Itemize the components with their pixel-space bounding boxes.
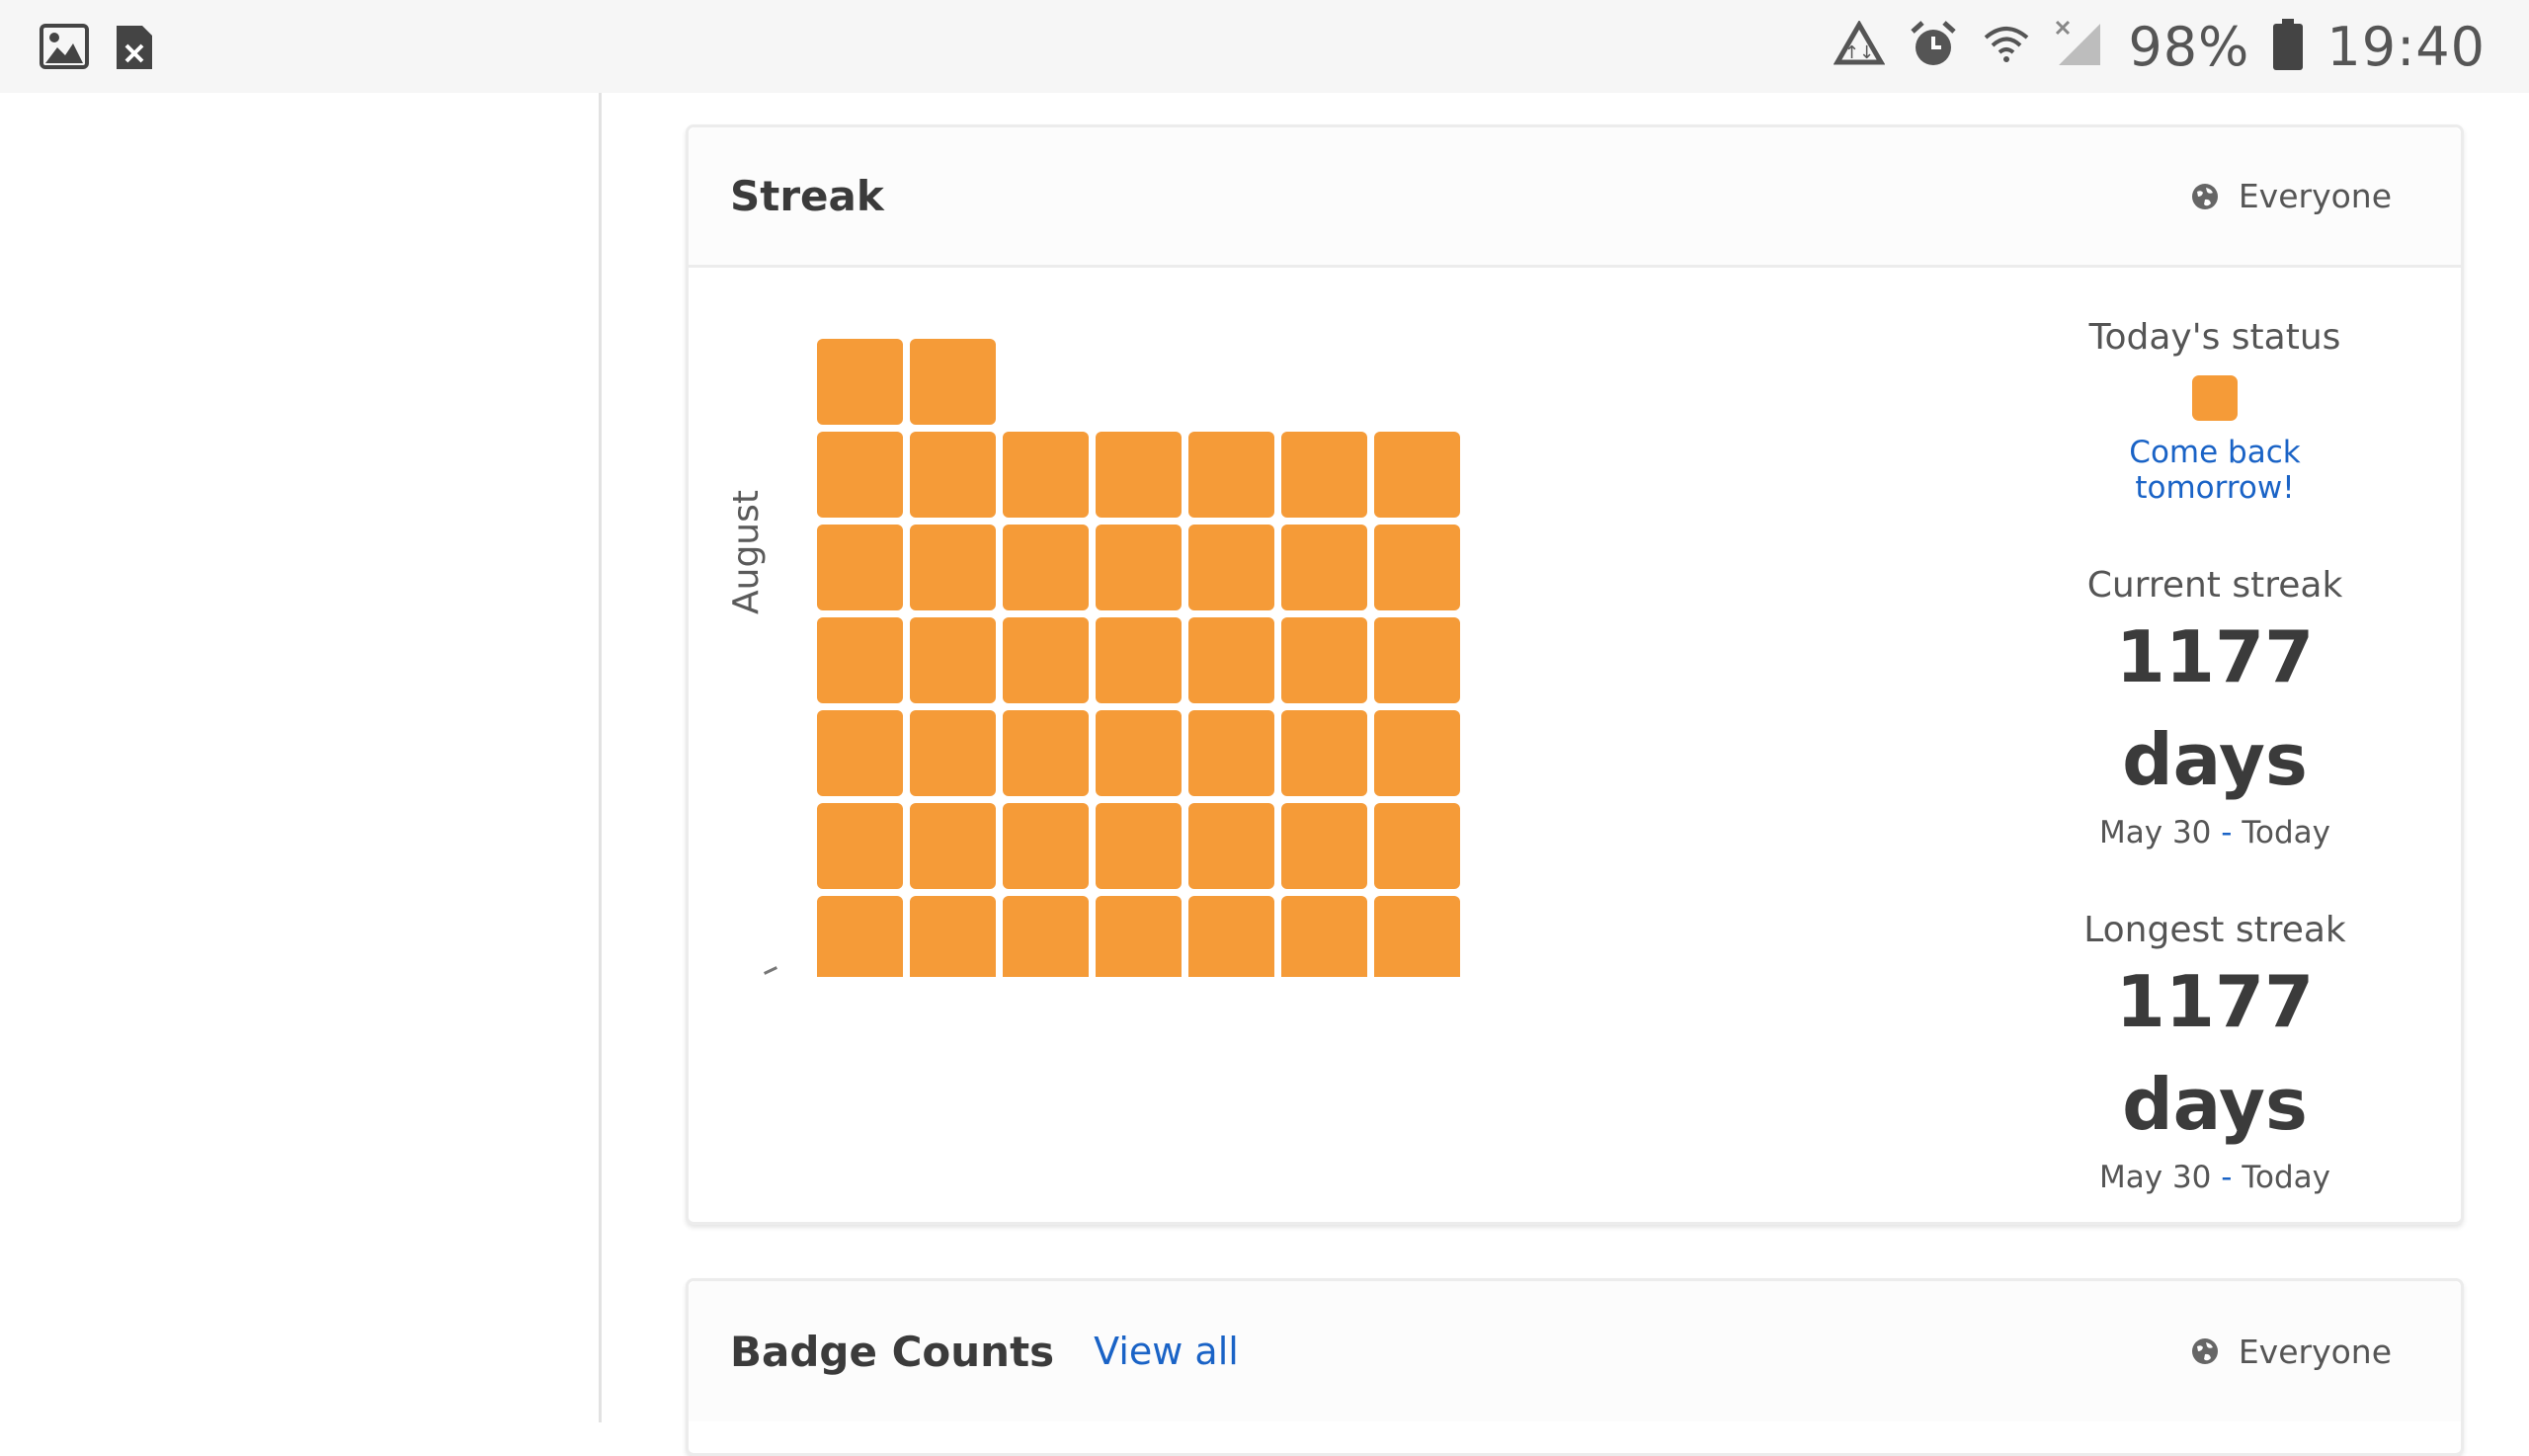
streak-day-cell[interactable] xyxy=(1374,896,1460,977)
status-bar: ↑↓ 98% 19:40 xyxy=(0,0,2529,93)
streak-day-cell[interactable] xyxy=(1374,432,1460,518)
visibility-label: Everyone xyxy=(2238,177,2392,215)
svg-text:↑↓: ↑↓ xyxy=(1844,42,1874,63)
streak-day-cell[interactable] xyxy=(1003,617,1089,703)
current-streak-range: May 30 - Today xyxy=(2099,815,2330,850)
streak-day-cell[interactable] xyxy=(1003,710,1089,796)
view-all-link[interactable]: View all xyxy=(1094,1330,1239,1373)
streak-day-cell[interactable] xyxy=(1003,432,1089,518)
streak-day-cell[interactable] xyxy=(1281,710,1367,796)
longest-streak-label: Longest streak xyxy=(2083,910,2346,950)
wifi-icon xyxy=(1982,20,2031,73)
streak-day-cell[interactable] xyxy=(1003,803,1089,889)
current-streak-unit: days xyxy=(2122,718,2308,801)
current-streak-end: Today xyxy=(2242,815,2330,850)
streak-day-cell[interactable] xyxy=(1374,710,1460,796)
badge-counts-card: Badge Counts View all Everyone xyxy=(686,1278,2464,1456)
streak-day-cell[interactable] xyxy=(1188,432,1274,518)
recycle-icon: ↑↓ xyxy=(1834,20,1886,72)
streak-title: Streak xyxy=(730,172,884,220)
month-tick xyxy=(764,966,777,975)
streak-day-cell[interactable] xyxy=(910,803,996,889)
streak-day-cell[interactable] xyxy=(1096,525,1182,610)
streak-day-cell[interactable] xyxy=(1374,617,1460,703)
todays-status-label: Today's status xyxy=(2088,317,2341,358)
streak-day-cell[interactable] xyxy=(910,710,996,796)
streak-day-cell[interactable] xyxy=(910,617,996,703)
visibility-label: Everyone xyxy=(2238,1332,2392,1371)
current-streak-label: Current streak xyxy=(2086,565,2343,606)
battery-percent: 98% xyxy=(2128,15,2250,78)
longest-streak-range: May 30 - Today xyxy=(2099,1160,2330,1195)
badge-counts-title: Badge Counts xyxy=(730,1327,1055,1376)
streak-day-cell[interactable] xyxy=(1188,617,1274,703)
current-streak-start: May 30 xyxy=(2099,815,2212,850)
streak-day-cell[interactable] xyxy=(1188,525,1274,610)
streak-day-cell[interactable] xyxy=(817,432,903,518)
streak-card-header: Streak Everyone xyxy=(689,127,2461,268)
streak-day-cell[interactable] xyxy=(910,525,996,610)
streak-card: Streak Everyone August Today's status Co… xyxy=(686,124,2464,1225)
streak-stats: Today's status Come back tomorrow! Curre… xyxy=(2052,317,2378,1195)
globe-icon xyxy=(2191,183,2218,209)
streak-day-cell[interactable] xyxy=(817,710,903,796)
streak-day-cell[interactable] xyxy=(1281,432,1367,518)
streak-day-cell[interactable] xyxy=(1003,896,1089,977)
battery-icon xyxy=(2273,19,2304,74)
streak-day-cell[interactable] xyxy=(1281,896,1367,977)
streak-day-cell[interactable] xyxy=(910,432,996,518)
longest-streak-start: May 30 xyxy=(2099,1160,2212,1195)
sidebar xyxy=(0,93,602,1422)
month-label: August xyxy=(726,490,767,614)
streak-day-cell[interactable] xyxy=(817,339,903,425)
streak-day-cell[interactable] xyxy=(1281,617,1367,703)
longest-streak-value: 1177 xyxy=(2115,960,2315,1043)
current-streak-value: 1177 xyxy=(2115,615,2315,698)
streak-day-cell[interactable] xyxy=(817,525,903,610)
streak-day-cell[interactable] xyxy=(1003,525,1089,610)
streak-day-cell[interactable] xyxy=(1096,432,1182,518)
streak-day-cell[interactable] xyxy=(1188,803,1274,889)
streak-day-cell[interactable] xyxy=(1096,617,1182,703)
todays-status-message[interactable]: Come back tomorrow! xyxy=(2052,435,2378,506)
globe-icon xyxy=(2191,1338,2218,1364)
streak-day-cell[interactable] xyxy=(1374,803,1460,889)
streak-day-cell[interactable] xyxy=(1188,896,1274,977)
todays-status-indicator xyxy=(2192,375,2238,421)
signal-icon xyxy=(2055,20,2104,73)
streak-day-cell[interactable] xyxy=(1281,803,1367,889)
badge-card-header: Badge Counts View all Everyone xyxy=(689,1281,2461,1421)
streak-day-cell[interactable] xyxy=(910,896,996,977)
streak-day-cell[interactable] xyxy=(1096,710,1182,796)
streak-day-cell[interactable] xyxy=(1096,803,1182,889)
visibility-selector[interactable]: Everyone xyxy=(2191,177,2392,215)
streak-day-cell[interactable] xyxy=(817,803,903,889)
streak-day-cell[interactable] xyxy=(817,896,903,977)
close-file-icon[interactable] xyxy=(115,24,154,75)
image-icon[interactable] xyxy=(40,24,89,73)
clock-time: 19:40 xyxy=(2326,15,2486,78)
longest-streak-unit: days xyxy=(2122,1063,2308,1146)
streak-day-cell[interactable] xyxy=(817,617,903,703)
streak-day-cell[interactable] xyxy=(1188,710,1274,796)
longest-streak-end: Today xyxy=(2242,1160,2330,1195)
streak-body: August Today's status Come back tomorrow… xyxy=(689,268,2461,1206)
visibility-selector[interactable]: Everyone xyxy=(2191,1333,2392,1371)
streak-day-cell[interactable] xyxy=(1281,525,1367,610)
streak-day-cell[interactable] xyxy=(1374,525,1460,610)
streak-day-cell[interactable] xyxy=(1096,896,1182,977)
alarm-icon xyxy=(1909,20,1958,73)
streak-day-cell[interactable] xyxy=(910,339,996,425)
